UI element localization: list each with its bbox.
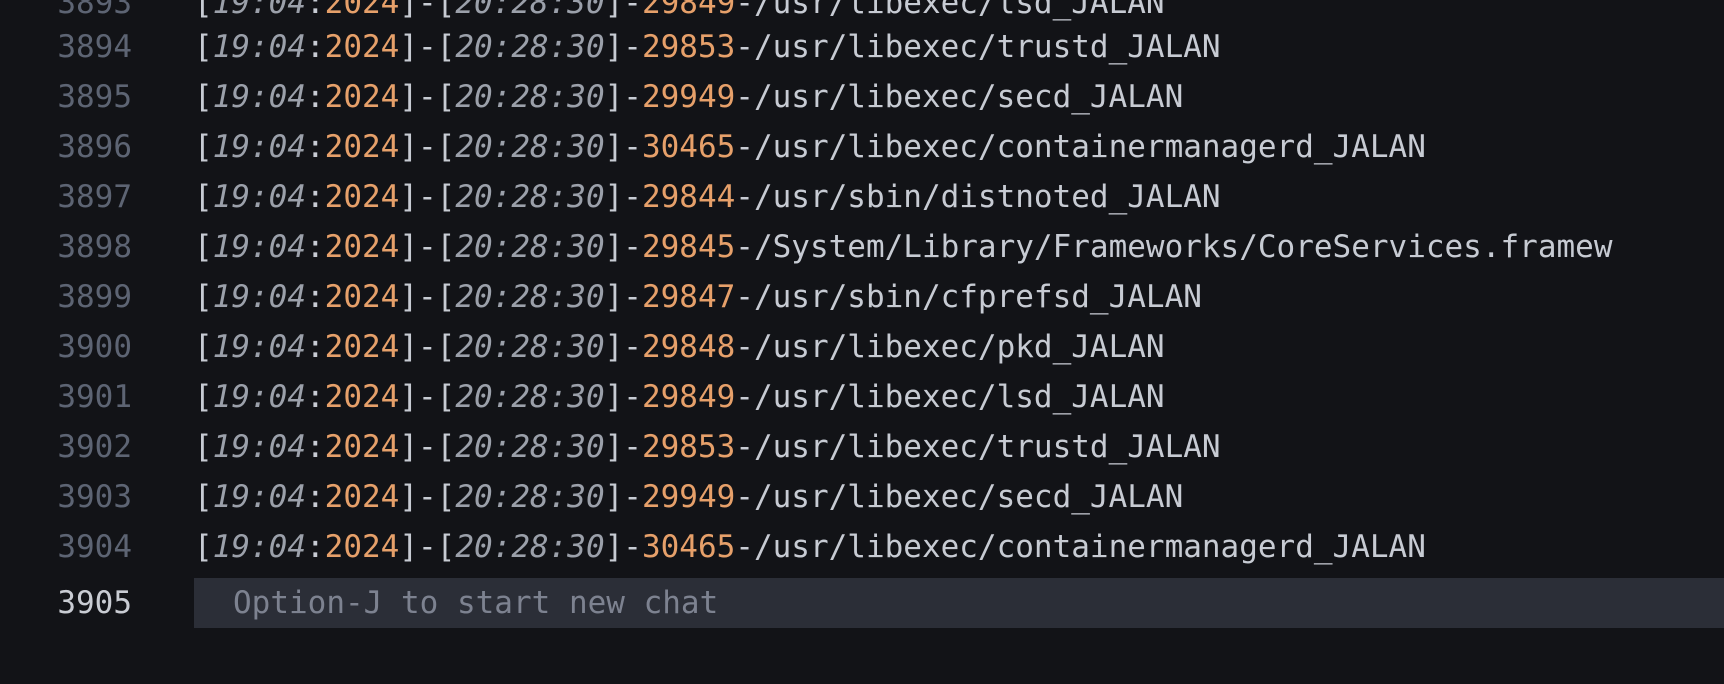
log-entry: [19:04:2024]-[20:28:30]-29848-/usr/libex…	[194, 329, 1165, 365]
log-time: 20:28:30	[455, 129, 605, 165]
log-entry: [19:04:2024]-[20:28:30]-29849-/usr/libex…	[194, 379, 1165, 415]
code-line[interactable]: 3896 [19:04:2024]-[20:28:30]-30465-/usr/…	[0, 122, 1724, 172]
log-pid: 29848	[641, 329, 736, 365]
log-date: 19:04	[212, 0, 306, 21]
log-date: 19:04	[212, 229, 306, 265]
code-line[interactable]: 3899 [19:04:2024]-[20:28:30]-29847-/usr/…	[0, 272, 1724, 322]
log-time: 20:28:30	[455, 379, 605, 415]
line-number: 3897	[57, 179, 132, 215]
line-number: 3905	[57, 585, 132, 621]
log-date: 19:04	[212, 79, 306, 115]
log-path: /System/Library/Frameworks/CoreServices.…	[753, 229, 1613, 265]
code-line[interactable]: 3902 [19:04:2024]-[20:28:30]-29853-/usr/…	[0, 422, 1724, 472]
log-path: /usr/libexec/secd_JALAN	[753, 79, 1184, 115]
code-line[interactable]: 3904 [19:04:2024]-[20:28:30]-30465-/usr/…	[0, 522, 1724, 572]
log-pid: 29949	[641, 79, 736, 115]
code-line[interactable]: 3895 [19:04:2024]-[20:28:30]-29949-/usr/…	[0, 72, 1724, 122]
log-date: 19:04	[212, 279, 306, 315]
log-path: /usr/libexec/trustd_JALAN	[753, 429, 1221, 465]
log-entry: [19:04:2024]-[20:28:30]-29949-/usr/libex…	[194, 79, 1184, 115]
line-number: 3893	[57, 0, 132, 21]
log-date: 19:04	[212, 429, 306, 465]
log-time: 20:28:30	[455, 279, 605, 315]
log-path: /usr/libexec/containermanagerd_JALAN	[753, 529, 1426, 565]
log-path: /usr/libexec/lsd_JALAN	[753, 379, 1165, 415]
log-date: 19:04	[212, 129, 306, 165]
line-number: 3904	[57, 529, 132, 565]
log-year: 2024	[324, 479, 400, 515]
log-path: /usr/libexec/containermanagerd_JALAN	[753, 129, 1426, 165]
log-year: 2024	[324, 279, 400, 315]
log-year: 2024	[324, 129, 400, 165]
log-date: 19:04	[212, 379, 306, 415]
log-pid: 29844	[641, 179, 736, 215]
log-pid: 29853	[641, 29, 736, 65]
log-time: 20:28:30	[455, 29, 605, 65]
log-year: 2024	[324, 329, 400, 365]
log-time: 20:28:30	[455, 79, 605, 115]
code-line[interactable]: 3900 [19:04:2024]-[20:28:30]-29848-/usr/…	[0, 322, 1724, 372]
code-line[interactable]: 3901 [19:04:2024]-[20:28:30]-29849-/usr/…	[0, 372, 1724, 422]
log-path: /usr/libexec/trustd_JALAN	[753, 29, 1221, 65]
log-pid: 29849	[641, 0, 736, 21]
code-line[interactable]: 3898 [19:04:2024]-[20:28:30]-29845-/Syst…	[0, 222, 1724, 272]
log-year: 2024	[324, 429, 400, 465]
log-time: 20:28:30	[455, 429, 605, 465]
new-chat-hint: Option-J to start new chat	[233, 585, 719, 621]
log-path: /usr/libexec/secd_JALAN	[753, 479, 1184, 515]
log-pid: 29949	[641, 479, 736, 515]
log-entry: [19:04:2024]-[20:28:30]-29949-/usr/libex…	[194, 479, 1184, 515]
log-year: 2024	[324, 179, 400, 215]
log-pid: 29845	[641, 229, 736, 265]
line-number: 3898	[57, 229, 132, 265]
log-date: 19:04	[212, 529, 306, 565]
log-pid: 29847	[641, 279, 736, 315]
line-number: 3902	[57, 429, 132, 465]
log-path: /usr/libexec/pkd_JALAN	[753, 329, 1165, 365]
log-entry: [19:04:2024]-[20:28:30]-29853-/usr/libex…	[194, 29, 1221, 65]
line-number: 3903	[57, 479, 132, 515]
log-time: 20:28:30	[455, 329, 605, 365]
log-year: 2024	[324, 229, 400, 265]
log-entry: [19:04:2024]-[20:28:30]-29844-/usr/sbin/…	[194, 179, 1221, 215]
log-year: 2024	[324, 529, 400, 565]
log-time: 20:28:30	[455, 229, 605, 265]
log-year: 2024	[324, 379, 400, 415]
log-pid: 30465	[641, 529, 736, 565]
line-number: 3899	[57, 279, 132, 315]
code-editor[interactable]: 3893 [19:04:2024]-[20:28:30]-29849-/usr/…	[0, 0, 1724, 684]
log-time: 20:28:30	[455, 479, 605, 515]
line-number: 3895	[57, 79, 132, 115]
log-path: /usr/sbin/cfprefsd_JALAN	[753, 279, 1202, 315]
log-pid: 29849	[641, 379, 736, 415]
code-line[interactable]: 3903 [19:04:2024]-[20:28:30]-29949-/usr/…	[0, 472, 1724, 522]
log-date: 19:04	[212, 29, 306, 65]
line-number: 3901	[57, 379, 132, 415]
log-path: /usr/libexec/lsd_JALAN	[753, 0, 1165, 21]
log-date: 19:04	[212, 179, 306, 215]
log-entry: [19:04:2024]-[20:28:30]-30465-/usr/libex…	[194, 129, 1426, 165]
log-date: 19:04	[212, 479, 306, 515]
line-number: 3894	[57, 29, 132, 65]
log-entry: [19:04:2024]-[20:28:30]-29847-/usr/sbin/…	[194, 279, 1202, 315]
log-year: 2024	[324, 79, 400, 115]
code-line[interactable]: 3897 [19:04:2024]-[20:28:30]-29844-/usr/…	[0, 172, 1724, 222]
line-number: 3896	[57, 129, 132, 165]
log-year: 2024	[324, 0, 400, 21]
log-time: 20:28:30	[455, 179, 605, 215]
log-entry: [19:04:2024]-[20:28:30]-29853-/usr/libex…	[194, 429, 1221, 465]
log-entry: [19:04:2024]-[20:28:30]-29845-/System/Li…	[194, 229, 1613, 265]
log-time: 20:28:30	[455, 0, 605, 21]
log-pid: 30465	[641, 129, 736, 165]
line-number: 3900	[57, 329, 132, 365]
log-entry: [19:04:2024]-[20:28:30]-30465-/usr/libex…	[194, 529, 1426, 565]
log-pid: 29853	[641, 429, 736, 465]
code-line[interactable]: 3894 [19:04:2024]-[20:28:30]-29853-/usr/…	[0, 22, 1724, 72]
log-year: 2024	[324, 29, 400, 65]
log-path: /usr/sbin/distnoted_JALAN	[753, 179, 1221, 215]
log-time: 20:28:30	[455, 529, 605, 565]
log-entry: [19:04:2024]-[20:28:30]-29849-/usr/libex…	[194, 0, 1165, 21]
log-date: 19:04	[212, 329, 306, 365]
